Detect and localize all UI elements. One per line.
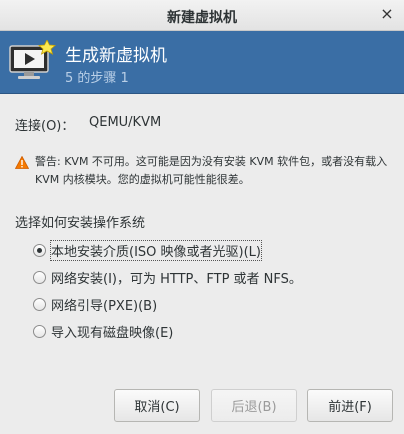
radio-label: 网络引导(PXE)(B) [51, 298, 158, 314]
wizard-title: 生成新虚拟机 [65, 46, 167, 66]
vm-monitor-new-icon [9, 40, 56, 79]
radio-network-boot[interactable]: 网络引导(PXE)(B) [33, 294, 157, 314]
radio-button[interactable] [33, 297, 46, 311]
radio-button[interactable] [33, 243, 46, 257]
radio-import-disk[interactable]: 导入现有磁盘映像(E) [33, 321, 173, 341]
warning-triangle-icon [15, 156, 29, 169]
radio-label: 网络安装(I)，可为 HTTP、FTP 或者 NFS。 [51, 271, 302, 287]
kvm-warning-text: 警告: KVM 不可用。这可能是因为没有安装 KVM 软件包，或者没有载入 KV… [35, 155, 388, 186]
radio-local-media[interactable]: 本地安装介质(ISO 映像或者光驱)(L) [33, 239, 262, 261]
close-icon[interactable]: × [378, 5, 396, 23]
radio-label: 本地安装介质(ISO 映像或者光驱)(L) [50, 239, 262, 261]
forward-button[interactable]: 前进(F) [307, 389, 393, 422]
connection-value: QEMU/KVM [89, 115, 162, 130]
radio-button[interactable] [33, 270, 46, 284]
radio-label: 导入现有磁盘映像(E) [51, 325, 174, 341]
back-button[interactable]: 后退(B) [211, 389, 297, 422]
titlebar: 新建虚拟机 × [0, 0, 404, 31]
wizard-header: 生成新虚拟机 5 的步骤 1 [0, 31, 404, 94]
radio-network-install[interactable]: 网络安装(I)，可为 HTTP、FTP 或者 NFS。 [33, 267, 302, 287]
connection-label: 连接(O)： [15, 119, 75, 134]
window-title: 新建虚拟机 [167, 10, 237, 26]
wizard-step: 5 的步骤 1 [65, 71, 129, 86]
install-method-label: 选择如何安装操作系统 [15, 216, 146, 231]
radio-button[interactable] [33, 324, 46, 338]
cancel-button[interactable]: 取消(C) [114, 389, 200, 422]
